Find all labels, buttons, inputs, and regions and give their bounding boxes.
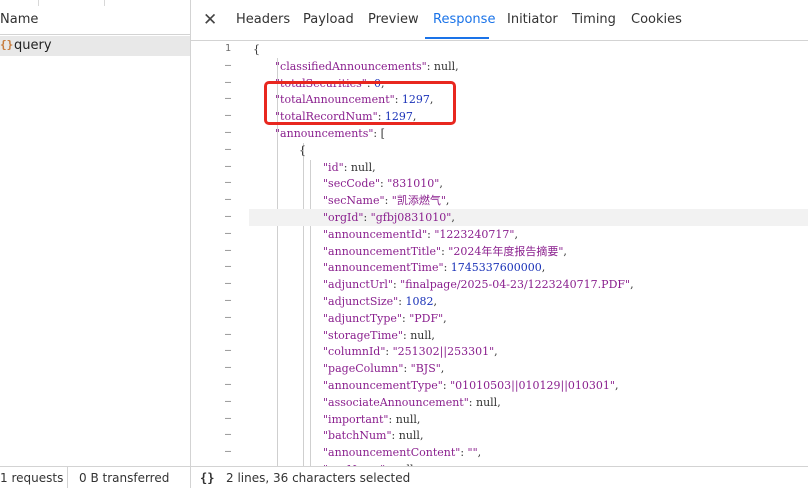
code-line: { — [299, 144, 306, 157]
gutter-marker[interactable]: – — [221, 329, 235, 340]
tab-cookies[interactable]: Cookies — [631, 12, 682, 27]
code-line: "adjunctType": "PDF", — [323, 312, 447, 325]
json-braces-icon: {} — [0, 38, 14, 51]
gutter-marker[interactable]: – — [221, 413, 235, 424]
gutter-marker[interactable]: – — [221, 312, 235, 323]
code-line: { — [253, 43, 260, 56]
code-line: "announcementTitle": "2024年年度报告摘要", — [323, 245, 567, 258]
code-line: "announcementType": "01010503||010129||0… — [323, 379, 619, 392]
gutter-marker[interactable]: – — [221, 127, 235, 138]
transferred-size: 0 B transferred — [79, 471, 170, 485]
gutter-marker[interactable]: – — [221, 161, 235, 172]
request-name: query — [14, 38, 52, 53]
code-line: "important": null, — [323, 413, 421, 426]
code-line: "adjunctSize": 1082, — [323, 295, 437, 308]
gutter-marker[interactable]: – — [221, 60, 235, 71]
tab-response[interactable]: Response — [433, 12, 495, 27]
gutter-marker[interactable]: – — [221, 429, 235, 440]
selection-highlight-box — [264, 81, 456, 125]
active-tab-indicator — [425, 37, 489, 39]
braces-icon[interactable]: {} — [200, 471, 214, 485]
gutter-marker[interactable]: – — [221, 177, 235, 188]
request-row-query[interactable]: {} query — [0, 36, 190, 56]
code-line: "batchNum": null, — [323, 429, 424, 442]
gutter-marker[interactable]: – — [221, 144, 235, 155]
code-line: "adjunctUrl": "finalpage/2025-04-23/1223… — [323, 278, 634, 291]
gutter-marker[interactable]: – — [221, 345, 235, 356]
close-icon[interactable]: ✕ — [203, 10, 217, 30]
gutter-marker[interactable]: – — [221, 278, 235, 289]
code-line: "orgId": "gfbj0831010", — [249, 209, 808, 226]
gutter-marker[interactable]: – — [221, 228, 235, 239]
request-count: 1 requests — [0, 471, 64, 485]
code-line: "secName": "凯添燃气", — [323, 194, 450, 207]
name-column-header[interactable]: Name — [0, 6, 190, 35]
status-bar: 1 requests 0 B transferred {} 2 lines, 3… — [0, 466, 808, 488]
gutter-marker[interactable]: – — [221, 211, 235, 222]
gutter-marker[interactable]: – — [221, 396, 235, 407]
tab-headers[interactable]: Headers — [236, 12, 290, 27]
code-line: "associateAnnouncement": null, — [323, 396, 501, 409]
response-viewer[interactable]: 1––––––––––––––––––––––––– {"classifiedA… — [191, 41, 808, 466]
code-line: "storageTime": null, — [323, 329, 435, 342]
gutter-marker[interactable]: – — [221, 446, 235, 457]
code-line: "id": null, — [323, 161, 376, 174]
selection-info: 2 lines, 36 characters selected — [226, 471, 411, 485]
gutter-marker[interactable]: – — [221, 362, 235, 373]
code-line: "classifiedAnnouncements": null, — [275, 60, 459, 73]
code-line: "announcementTime": 1745337600000, — [323, 261, 546, 274]
gutter-marker[interactable]: – — [221, 295, 235, 306]
detail-tab-bar: ✕ Headers Payload Preview Response Initi… — [191, 0, 808, 41]
line-gutter: 1––––––––––––––––––––––––– — [191, 41, 249, 466]
gutter-marker[interactable]: – — [221, 77, 235, 88]
tab-timing[interactable]: Timing — [572, 12, 616, 27]
gutter-marker[interactable]: – — [221, 261, 235, 272]
code-line: "announcementId": "1223240717", — [323, 228, 518, 241]
code-line: "secCode": "831010", — [323, 177, 443, 190]
gutter-marker[interactable]: 1 — [221, 43, 235, 54]
tab-initiator[interactable]: Initiator — [507, 12, 558, 27]
gutter-marker[interactable]: – — [221, 194, 235, 205]
code-line: "pageColumn": "BJS", — [323, 362, 445, 375]
code-line: "announcementContent": "", — [323, 446, 482, 459]
tab-payload[interactable]: Payload — [303, 12, 354, 27]
gutter-marker[interactable]: – — [221, 110, 235, 121]
tab-preview[interactable]: Preview — [368, 12, 419, 27]
name-column-label: Name — [0, 12, 39, 27]
gutter-marker[interactable]: – — [221, 93, 235, 104]
gutter-marker[interactable]: – — [221, 245, 235, 256]
gutter-marker[interactable]: – — [221, 379, 235, 390]
code-line: "columnId": "251302||253301", — [323, 345, 498, 358]
request-list-panel: Name {} query — [0, 0, 191, 466]
code-line: "announcements": [ — [275, 127, 385, 140]
